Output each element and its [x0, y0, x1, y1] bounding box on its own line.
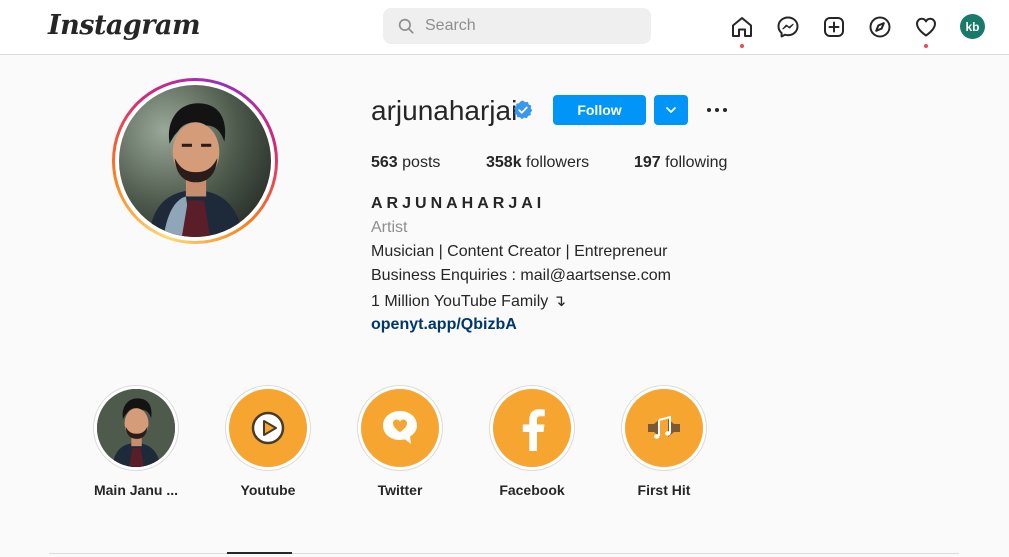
story-highlight[interactable]: Facebook: [472, 385, 592, 498]
dot-icon: [723, 108, 727, 112]
nav-messenger[interactable]: [774, 13, 802, 41]
profile-category: Artist: [371, 219, 408, 236]
notification-dot: [740, 44, 744, 48]
followers-stat[interactable]: 358k followers: [486, 154, 589, 172]
followers-count: 358k: [486, 154, 522, 171]
nav-home[interactable]: [728, 13, 756, 48]
story-highlight[interactable]: First Hit: [604, 385, 724, 498]
bio-line: Business Enquiries : mail@aartsense.com: [371, 267, 671, 284]
music-notes-icon: [648, 415, 680, 439]
following-stat[interactable]: 197 following: [634, 154, 727, 172]
facebook-icon: [522, 409, 545, 451]
notification-dot: [924, 44, 928, 48]
profile-picture: [119, 85, 271, 237]
user-avatar[interactable]: kb: [960, 14, 985, 39]
more-options-button[interactable]: [704, 99, 730, 121]
nav-new-post[interactable]: [820, 13, 848, 41]
active-tab-indicator: [227, 552, 292, 554]
profile-picture-ring[interactable]: [112, 78, 278, 244]
top-navigation-bar: Instagram Search kb: [0, 0, 1009, 55]
followers-label: followers: [526, 154, 590, 171]
play-icon: [251, 411, 285, 445]
posts-label: posts: [402, 154, 441, 171]
profile-full-name: ARJUNAHARJAI: [371, 195, 546, 212]
search-input[interactable]: [425, 17, 635, 35]
instagram-logo[interactable]: Instagram: [48, 10, 201, 41]
dot-icon: [715, 108, 719, 112]
highlight-label: Main Janu ...: [93, 482, 178, 498]
suggested-dropdown-button[interactable]: [654, 95, 688, 125]
bio-line: Musician | Content Creator | Entrepreneu…: [371, 243, 668, 260]
highlight-label: Youtube: [240, 482, 296, 498]
plus-square-icon: [824, 17, 844, 37]
home-icon: [732, 17, 752, 37]
chevron-down-icon: [666, 107, 676, 113]
follow-button[interactable]: Follow: [553, 95, 646, 125]
search-box[interactable]: [383, 8, 651, 44]
avatar-initials: kb: [965, 19, 980, 34]
story-highlight[interactable]: Youtube: [208, 385, 328, 498]
heart-icon: [916, 17, 936, 37]
heart-bubble-icon: [383, 411, 417, 444]
dot-icon: [707, 108, 711, 112]
profile-photo: [97, 389, 175, 467]
bio-link[interactable]: openyt.app/QbizbA: [371, 316, 517, 334]
profile-username: arjunaharjai: [371, 95, 518, 126]
nav-explore[interactable]: [866, 13, 894, 41]
bio-line: 1 Million YouTube Family ↴: [371, 293, 567, 310]
highlight-label: Twitter: [377, 482, 423, 498]
nav-activity[interactable]: [912, 13, 940, 48]
following-count: 197: [634, 154, 661, 171]
highlight-label: Facebook: [499, 482, 565, 498]
tabs-divider: [49, 553, 959, 554]
profile-photo: [119, 85, 271, 237]
compass-icon: [869, 16, 891, 38]
story-highlight[interactable]: Main Janu ...: [76, 385, 196, 498]
posts-stat: 563 posts: [371, 154, 440, 172]
search-icon: [398, 18, 414, 34]
story-highlight[interactable]: Twitter: [340, 385, 460, 498]
messenger-icon: [777, 16, 799, 38]
verified-badge-icon: [514, 100, 533, 120]
highlight-label: First Hit: [637, 482, 691, 498]
following-label: following: [665, 154, 728, 171]
posts-count: 563: [371, 154, 398, 171]
